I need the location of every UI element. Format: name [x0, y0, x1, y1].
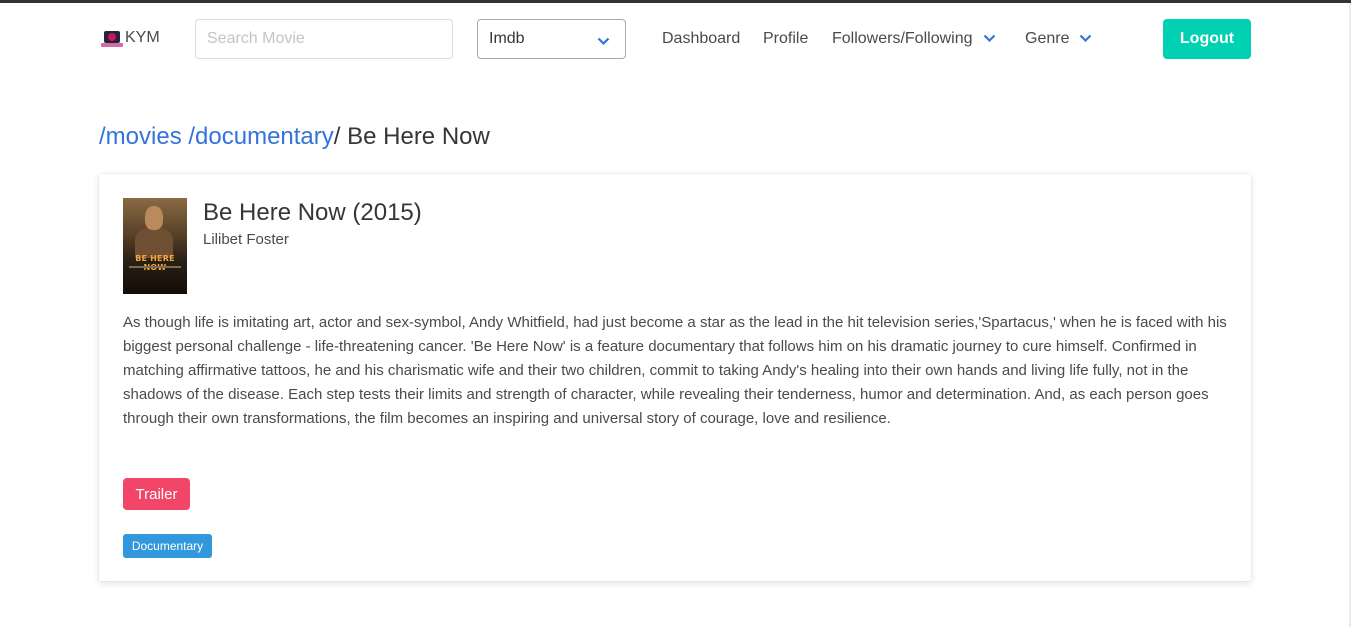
- source-select[interactable]: Imdb: [477, 19, 626, 59]
- nav-dashboard[interactable]: Dashboard: [662, 30, 740, 48]
- nav-genre-label: Genre: [1025, 30, 1070, 47]
- top-border: [0, 0, 1351, 3]
- chevron-down-icon: [597, 33, 610, 51]
- logout-button[interactable]: Logout: [1163, 19, 1251, 59]
- movie-poster: BE HERE NOW: [123, 198, 187, 294]
- chevron-down-icon: [983, 30, 996, 48]
- search-input[interactable]: [195, 19, 453, 59]
- movie-description: As though life is imitating art, actor a…: [123, 314, 1227, 427]
- poster-title: BE HERE NOW: [135, 254, 175, 272]
- nav-profile[interactable]: Profile: [763, 30, 808, 48]
- source-select-value: Imdb: [489, 30, 525, 47]
- brand-logo[interactable]: KYM: [101, 28, 160, 48]
- breadcrumb-category-link[interactable]: /documentary: [188, 123, 333, 150]
- movie-title: Be Here Now (2015): [203, 199, 422, 226]
- nav-followers-label: Followers/Following: [832, 30, 973, 47]
- brand-name: KYM: [125, 29, 160, 46]
- breadcrumb-separator: /: [333, 123, 341, 150]
- nav-genre-dropdown[interactable]: Genre: [1025, 30, 1092, 48]
- nav-followers-dropdown[interactable]: Followers/Following: [832, 30, 996, 48]
- breadcrumb-current: Be Here Now: [347, 123, 490, 150]
- chevron-down-icon: [1079, 30, 1092, 48]
- genre-tag[interactable]: Documentary: [123, 534, 212, 558]
- movie-director: Lilibet Foster: [203, 231, 289, 248]
- trailer-button[interactable]: Trailer: [123, 478, 190, 510]
- camera-logo-icon: [101, 28, 123, 48]
- breadcrumb: /movies /documentary/ Be Here Now: [99, 123, 490, 151]
- movie-card: BE HERE NOW Be Here Now (2015) Lilibet F…: [99, 174, 1251, 581]
- breadcrumb-movies-link[interactable]: /movies: [99, 123, 182, 150]
